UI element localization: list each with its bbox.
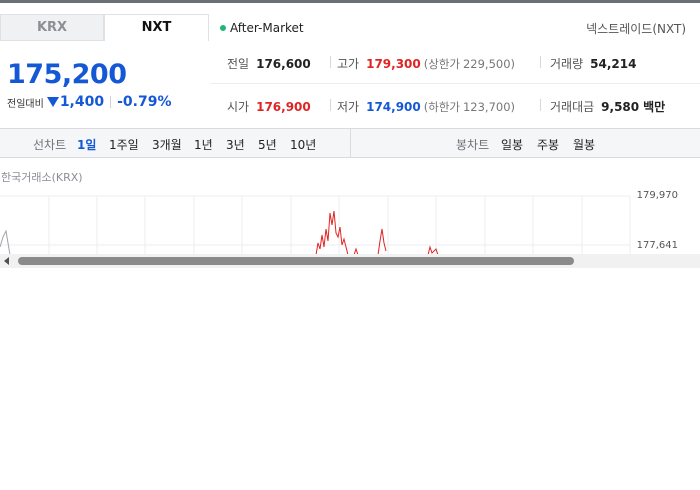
change-amount: 1,400: [59, 94, 105, 110]
chart-grid: [0, 195, 631, 255]
period-monthly-candle[interactable]: 월봉: [573, 136, 595, 153]
stat-amount: 거래대금 9,580 백만: [550, 98, 665, 115]
stat-volume: 거래량 54,214: [550, 55, 636, 72]
period-3y[interactable]: 3년: [226, 136, 245, 153]
row-divider: [210, 83, 700, 84]
scroll-left-icon[interactable]: [4, 257, 9, 265]
price-change: 전일대비 1,400 -0.79%: [7, 94, 172, 110]
period-1y[interactable]: 1년: [194, 136, 213, 153]
price-line-red: [315, 210, 349, 255]
stat-label: 거래대금: [550, 100, 595, 114]
tab-krx[interactable]: KRX: [0, 14, 104, 41]
divider: [540, 56, 541, 68]
chart-period-bar: 선차트 1일 1주일 3개월 1년 3년 5년 10년 봉차트 일봉 주봉 월봉: [0, 128, 700, 158]
divider: [110, 96, 112, 108]
market-tabs: KRX NXT: [0, 14, 210, 41]
y-tick-mid: 177,641: [636, 240, 678, 251]
stat-label: 저가: [337, 100, 360, 114]
period-10y[interactable]: 10년: [290, 136, 316, 153]
line-chart-label: 선차트: [33, 138, 67, 152]
period-daily-candle[interactable]: 일봉: [501, 136, 523, 153]
stat-value: 174,900: [366, 100, 421, 114]
stat-value: 176,900: [256, 100, 311, 114]
session-status: After-Market: [220, 21, 304, 35]
stock-stats: 전일 176,600 고가 179,300 (상한가 229,500) 거래량 …: [210, 41, 700, 125]
stat-value: 176,600: [256, 57, 311, 71]
price-line-red-2: [377, 228, 387, 255]
y-tick-high: 179,970: [636, 190, 678, 201]
change-percent: -0.79%: [117, 94, 172, 110]
stat-label: 시가: [227, 100, 250, 114]
status-dot-icon: [220, 25, 226, 31]
stat-high: 고가 179,300 (상한가 229,500): [337, 55, 515, 72]
stat-low: 저가 174,900 (하한가 123,700): [337, 98, 515, 115]
period-1w[interactable]: 1주일: [109, 136, 139, 153]
divider: [330, 56, 331, 68]
stat-label: 고가: [337, 57, 360, 71]
divider: [540, 99, 541, 111]
stat-label: 거래량: [550, 57, 584, 71]
current-price: 175,200: [7, 59, 127, 90]
exchange-name: 넥스트레이드(NXT): [586, 22, 686, 36]
chart-source-label: 한국거래소(KRX): [1, 171, 83, 184]
lower-limit-label: (하한가: [423, 100, 460, 114]
candle-chart-label: 봉차트: [456, 138, 490, 152]
stat-unit: 백만: [643, 100, 666, 114]
divider: [330, 99, 331, 111]
upper-limit-value: 229,500): [462, 57, 516, 71]
stat-open: 시가 176,900: [227, 98, 311, 115]
period-3m[interactable]: 3개월: [152, 136, 182, 153]
period-1d[interactable]: 1일: [77, 136, 96, 153]
period-weekly-candle[interactable]: 주봉: [537, 136, 559, 153]
divider: [350, 129, 351, 158]
stat-value: 179,300: [366, 57, 421, 71]
upper-limit-label: (상한가: [423, 57, 460, 71]
lower-limit-value: 123,700): [462, 100, 516, 114]
session-label: After-Market: [230, 21, 304, 35]
price-line-gray: [0, 229, 11, 255]
stat-prev-close: 전일 176,600: [227, 55, 311, 72]
stat-value: 9,580: [601, 100, 640, 114]
scroll-thumb[interactable]: [18, 257, 574, 265]
period-5y[interactable]: 5년: [258, 136, 277, 153]
price-summary: 175,200 전일대비 1,400 -0.79%: [0, 41, 209, 125]
top-border: [0, 0, 700, 3]
change-label: 전일대비: [7, 98, 44, 110]
down-arrow-icon: [46, 97, 59, 107]
tab-nxt[interactable]: NXT: [104, 14, 209, 41]
stat-value: 54,214: [590, 57, 637, 71]
price-chart: [0, 195, 631, 255]
stat-label: 전일: [227, 57, 250, 71]
horizontal-scrollbar[interactable]: [0, 254, 700, 268]
